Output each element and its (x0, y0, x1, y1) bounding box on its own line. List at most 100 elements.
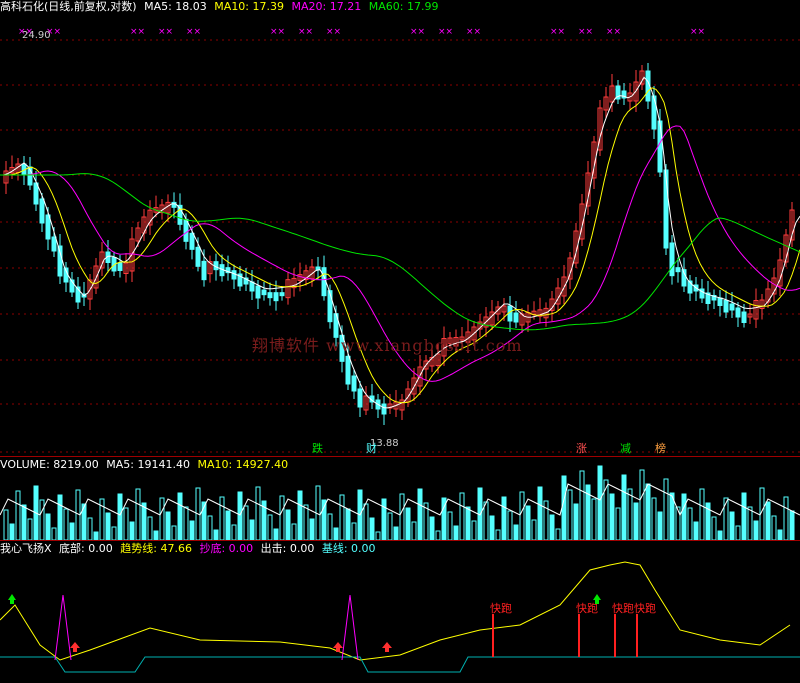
volume-bar (615, 507, 621, 541)
volume-bar (717, 530, 723, 541)
candle-body (717, 297, 723, 306)
volume-bar (465, 506, 471, 541)
candle-body (171, 201, 177, 208)
candle-body (201, 260, 207, 281)
volume-bar (411, 521, 417, 541)
volume-bar (657, 511, 663, 541)
volume-bar (165, 511, 171, 541)
x-marker: ×× (326, 27, 341, 37)
x-marker: ×× (690, 27, 705, 37)
volume-bar (369, 517, 375, 541)
candle-body (267, 292, 273, 299)
signal-board: 榜 (655, 442, 666, 455)
volume-bar (129, 521, 135, 541)
volume-bar (771, 515, 777, 541)
volume-bar (309, 518, 315, 541)
volume-bar (177, 492, 183, 541)
candle-body (273, 292, 279, 302)
candle-body (723, 300, 729, 313)
candle-body (381, 403, 387, 415)
ma60-line (0, 173, 800, 331)
volume-bar (597, 465, 603, 541)
candle-body (741, 311, 747, 323)
run-label-4: 快跑 (634, 602, 656, 615)
volume-bar (783, 496, 789, 541)
candle-body (117, 262, 123, 271)
volume-bar (723, 497, 729, 541)
volume-bar (537, 486, 543, 541)
volume-value: VOLUME: 8219.00 (0, 458, 99, 471)
candle-body (279, 292, 285, 297)
base-line (0, 656, 800, 673)
volume-bar (483, 501, 489, 541)
volume-bar (513, 524, 519, 541)
x-marker: ×× (410, 27, 425, 37)
volume-bar (417, 488, 423, 541)
volume-bar (267, 514, 273, 541)
volume-bar (375, 531, 381, 541)
separator-indicator (0, 540, 800, 541)
candle-body (345, 355, 351, 385)
volume-bar (429, 516, 435, 541)
volume-bar (249, 519, 255, 541)
volume-bar (393, 526, 399, 541)
volume-bar (255, 486, 261, 541)
down-arrow-icon (8, 594, 16, 604)
volume-bar (303, 504, 309, 541)
volume-bar (135, 488, 141, 541)
volume-bar (237, 491, 243, 541)
volume-bar (459, 492, 465, 541)
volume-bar (147, 516, 153, 541)
volume-bar (501, 496, 507, 541)
volume-bar (567, 489, 573, 541)
indicator-bottom: 底部: 0.00 (59, 542, 113, 555)
x-marker: ×× (158, 27, 173, 37)
candle-body (513, 312, 519, 323)
candle-body (57, 245, 63, 277)
candle-body (231, 270, 237, 280)
volume-bar (549, 514, 555, 541)
run-label-1: 快跑 (490, 602, 512, 615)
indicator-name: 我心飞扬X (0, 542, 52, 555)
volume-bar (363, 503, 369, 541)
volume-bar (69, 522, 75, 541)
volume-bar (747, 506, 753, 541)
candle-body (651, 95, 657, 130)
volume-bar (285, 509, 291, 541)
volume-bar (219, 496, 225, 541)
volume-bar (327, 513, 333, 541)
volume-bar (63, 508, 69, 541)
volume-bar (519, 491, 525, 541)
candle-body (33, 182, 39, 205)
volume-bar (381, 498, 387, 541)
candle-body (255, 285, 261, 299)
x-marker: ×× (298, 27, 313, 37)
volume-bar (447, 511, 453, 541)
copy-bottom-spike (54, 594, 72, 661)
volume-bar (789, 510, 795, 541)
candle-body (669, 242, 675, 277)
volume-bar (213, 529, 219, 541)
volume-bar (579, 470, 585, 541)
volume-bar (621, 474, 627, 541)
candle-body (51, 236, 57, 252)
trend-line (0, 561, 791, 661)
volume-bar (645, 483, 651, 541)
volume-bar (225, 510, 231, 541)
volume-bar (273, 528, 279, 541)
volume-bar (561, 475, 567, 541)
volume-bar (117, 493, 123, 541)
indicator-header: 我心飞扬X 底部: 0.00 趋势线: 47.66 抄底: 0.00 出击: 0… (0, 542, 380, 556)
indicator-copy-bottom: 抄底: 0.00 (199, 542, 254, 555)
volume-bar (573, 503, 579, 541)
volume-bar (495, 529, 501, 541)
volume-bar (405, 507, 411, 541)
candle-body (45, 214, 51, 240)
run-label-3: 快跑 (612, 602, 634, 615)
volume-bar (15, 490, 21, 541)
volume-bar (735, 525, 741, 541)
volume-bar (3, 509, 9, 541)
volume-bar (681, 493, 687, 541)
volume-bar (741, 492, 747, 541)
volume-bar (93, 531, 99, 541)
